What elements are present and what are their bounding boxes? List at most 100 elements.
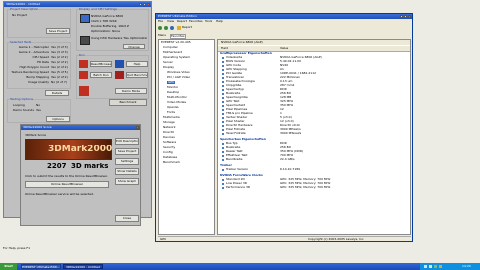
tab-menu[interactable]: Menu <box>158 34 166 37</box>
header-value[interactable]: Value <box>280 47 288 50</box>
start-button[interactable]: Start <box>0 263 17 270</box>
menu-file[interactable]: File <box>158 20 163 23</box>
edit-description-button[interactable]: Edit Description <box>115 138 139 145</box>
tree-item[interactable]: OpenGL <box>167 106 179 109</box>
task-3dmark[interactable]: 3DMark2000 - Untitled <box>63 264 103 269</box>
tree-item[interactable]: Benchmark <box>163 161 180 164</box>
refresh-icon[interactable] <box>170 26 174 30</box>
row-icon <box>222 57 224 59</box>
tree-item[interactable]: Computer <box>163 46 178 49</box>
tray-icon-1[interactable] <box>424 265 427 268</box>
test-value-1: Yes (3 of 3) <box>51 46 68 49</box>
score-dialog: 3DMark2000 Score 3DMark Score 3DMark2000… <box>20 124 141 226</box>
row-value: 325 MHz <box>280 100 294 103</box>
tray-icon-2[interactable] <box>429 265 432 268</box>
row-value: 5 (v3.0) <box>280 116 292 119</box>
header-field[interactable]: Field <box>221 47 228 50</box>
tree-item[interactable]: Display <box>163 66 174 69</box>
back-icon[interactable] <box>158 26 162 30</box>
toolbar-report-label[interactable]: Report <box>182 26 192 29</box>
tree-item[interactable]: Devices <box>163 136 175 139</box>
tree-item[interactable]: Operating System <box>163 56 190 59</box>
everest-close-button[interactable] <box>408 15 411 18</box>
row-icon <box>222 81 224 83</box>
everest-toolbar: Report <box>158 25 410 31</box>
clock[interactable]: 14:20 <box>462 265 471 268</box>
tree-item[interactable]: Fonts <box>167 111 175 114</box>
tree-item[interactable]: Desktop <box>167 91 179 94</box>
submit-text: Click to submit the results to the Onlin… <box>25 175 108 178</box>
tree-item[interactable]: DirectX <box>163 131 174 134</box>
tree-item[interactable]: EVEREST v2.20.405 <box>161 41 191 44</box>
menu-tools[interactable]: Tools <box>205 20 212 23</box>
row-value: 0.13 um <box>280 80 293 83</box>
tree-item[interactable]: Config <box>163 151 173 154</box>
row-field: Texel Füllrate <box>226 132 246 135</box>
tree-item[interactable]: Storage <box>163 121 175 124</box>
tree-item[interactable]: Software <box>163 141 176 144</box>
tree-item-selected[interactable]: GPU <box>167 81 176 84</box>
tree-item[interactable]: Monitor <box>167 86 178 89</box>
row-value: 12 (v3.0) <box>280 120 294 123</box>
batch-run-icon <box>79 71 88 79</box>
task-everest[interactable]: EVEREST Ultimate Editi... <box>21 264 61 269</box>
menu-favorites[interactable]: Favorites <box>189 20 203 23</box>
tree-item[interactable]: Motherboard <box>163 51 182 54</box>
display-info-1: NVIDIA GeForce 6800 <box>91 15 124 18</box>
main-status-bar: For Help, press F1 <box>3 247 31 250</box>
everest-tabs: Menu Favorites <box>158 33 218 39</box>
section-header: Grafikprozessor Eigenschaften <box>220 52 272 55</box>
details-button[interactable]: Details <box>45 90 69 96</box>
demo-mode-button[interactable]: Demo Mode <box>115 88 147 94</box>
menu-report[interactable]: Report <box>177 20 187 23</box>
tree-item[interactable]: Multimedia <box>163 116 180 119</box>
row-icon <box>222 133 224 135</box>
settings-button[interactable]: Settings <box>115 158 139 165</box>
row-value: GPU: 325 MHz, Memory: 700 MHz <box>280 178 331 181</box>
forward-icon[interactable] <box>164 26 168 30</box>
quit-benchmark-button[interactable]: Quit Benchmark <box>126 72 148 78</box>
help-button[interactable]: Help <box>126 61 148 67</box>
benchmark-button[interactable]: Benchmark <box>109 99 147 106</box>
row-icon <box>222 117 224 119</box>
change-button[interactable]: Change <box>123 44 145 49</box>
dialog-save-project-button[interactable]: Save Project <box>115 148 139 155</box>
options-button[interactable]: Options <box>46 116 70 122</box>
menu-view[interactable]: View <box>167 20 174 23</box>
menu-help[interactable]: Help <box>216 20 223 23</box>
everest-maximize-button[interactable] <box>404 15 407 18</box>
dialog-close-button[interactable]: Close <box>115 215 139 222</box>
row-value: 22.4 GB/s <box>280 158 295 161</box>
score-close-x[interactable] <box>136 126 139 129</box>
batch-run-button[interactable]: Batch Run <box>90 72 112 78</box>
maximize-button[interactable] <box>143 3 146 6</box>
minimize-button[interactable] <box>139 3 142 6</box>
tree-item[interactable]: PCI / AGP Video <box>167 76 190 79</box>
row-field: Chipgröße <box>226 84 242 87</box>
close-button[interactable] <box>147 3 150 6</box>
report-icon[interactable] <box>177 26 181 30</box>
everest-status-bar: GPU Copyright (c) 2003-2005 Lavalys, Inc… <box>158 236 411 242</box>
show-graph-button[interactable]: Show Graph <box>115 178 139 185</box>
everest-minimize-button[interactable] <box>400 15 403 18</box>
help-icon <box>115 60 124 68</box>
test-label-4: Fill Rate <box>37 61 49 64</box>
online-resultbrowser-button[interactable]: Online ResultBrowser <box>25 181 109 188</box>
row-icon <box>222 105 224 107</box>
tree-item[interactable]: Video Modes <box>167 101 186 104</box>
tree-item[interactable]: Windows Video <box>167 71 190 74</box>
resultbrowser-button[interactable]: ResultBrowser <box>90 61 112 67</box>
test-value-2: Yes (3 of 3) <box>51 51 68 54</box>
test-value-7: Yes (2 of 2) <box>51 76 68 79</box>
row-field: Standard 2D <box>226 178 245 181</box>
tray-icon-4[interactable] <box>439 265 442 268</box>
tree-item[interactable]: Security <box>163 146 175 149</box>
save-project-button[interactable]: Save Project <box>46 28 70 34</box>
tree-item[interactable]: Network <box>163 126 176 129</box>
tree-item[interactable]: Database <box>163 156 177 159</box>
tree-item[interactable]: Multi-Monitor <box>167 96 187 99</box>
show-details-button[interactable]: Show Details <box>115 168 139 175</box>
tray-icon-3[interactable] <box>434 265 437 268</box>
display-group: Display and CPU Settings NVIDIA GeForce … <box>76 8 149 51</box>
tree-item[interactable]: Server <box>163 61 173 64</box>
